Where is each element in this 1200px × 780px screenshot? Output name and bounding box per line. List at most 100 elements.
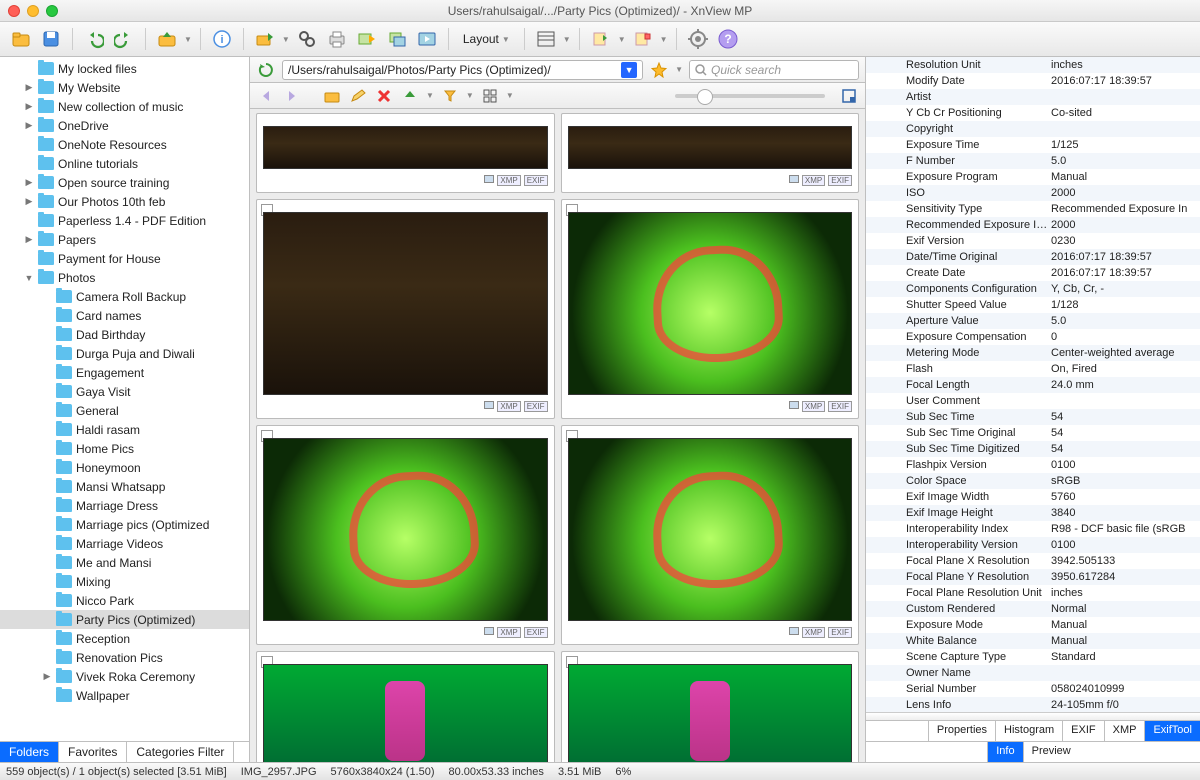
folder-tree-item[interactable]: Online tutorials [0,154,249,173]
dropdown-arrow-icon[interactable]: ▼ [506,91,514,100]
folder-tree-item[interactable]: Reception [0,629,249,648]
slideshow-button[interactable] [414,26,440,52]
thumbnail-item[interactable]: XMPEXIF [561,199,860,419]
folder-tree-item[interactable]: Mixing [0,572,249,591]
metadata-row[interactable]: Exposure Compensation0 [866,329,1200,345]
metadata-table[interactable]: Resolution UnitinchesModify Date2016:07:… [866,57,1200,712]
up-folder-button[interactable] [154,26,180,52]
metadata-row[interactable]: Metering ModeCenter-weighted average [866,345,1200,361]
help-button[interactable]: ? [715,26,741,52]
folder-tree-item[interactable]: My locked files [0,59,249,78]
tab-histogram[interactable]: Histogram [995,721,1062,741]
folder-tree-item[interactable]: Renovation Pics [0,648,249,667]
tab-folders[interactable]: Folders [0,742,59,762]
folder-tree-item[interactable]: Paperless 1.4 - PDF Edition [0,211,249,230]
metadata-row[interactable]: Flashpix Version0100 [866,457,1200,473]
metadata-row[interactable]: Custom RenderedNormal [866,601,1200,617]
folder-tree-item[interactable]: Card names [0,306,249,325]
metadata-row[interactable]: Exif Version0230 [866,233,1200,249]
parent-folder-button[interactable] [322,86,342,106]
folder-tree-item[interactable]: Marriage pics (Optimized [0,515,249,534]
disclosure-triangle-icon[interactable]: ▶ [24,234,34,245]
dropdown-arrow-icon[interactable]: ▼ [660,35,668,44]
open-button[interactable] [8,26,34,52]
tab-properties[interactable]: Properties [928,721,995,741]
metadata-row[interactable]: Sub Sec Time54 [866,409,1200,425]
undo-button[interactable] [81,26,107,52]
tab-xmp[interactable]: XMP [1104,721,1145,741]
metadata-row[interactable]: Copyright [866,121,1200,137]
minimize-window-button[interactable] [27,5,39,17]
view-grid-button[interactable] [480,86,500,106]
disclosure-triangle-icon[interactable]: ▶ [24,101,34,112]
dropdown-arrow-icon[interactable]: ▼ [466,91,474,100]
thumbnail-item[interactable]: XMPEXIF [256,199,555,419]
delete-button[interactable] [374,86,394,106]
metadata-row[interactable]: Artist [866,89,1200,105]
folder-tree-item[interactable]: Marriage Videos [0,534,249,553]
dropdown-arrow-icon[interactable]: ▼ [184,35,192,44]
save-button[interactable] [38,26,64,52]
folder-tree-item[interactable]: Mansi Whatsapp [0,477,249,496]
folder-tree-item[interactable]: ▶My Website [0,78,249,97]
copy-to-button[interactable] [252,26,278,52]
export-button[interactable] [354,26,380,52]
path-dropdown-icon[interactable]: ▼ [621,62,637,78]
path-input[interactable]: /Users/rahulsaigal/Photos/Party Pics (Op… [282,60,643,80]
back-button[interactable] [256,86,276,106]
folder-tree-item[interactable]: ▶Open source training [0,173,249,192]
metadata-row[interactable]: ISO2000 [866,185,1200,201]
info-button[interactable]: i [209,26,235,52]
metadata-row[interactable]: Components ConfigurationY, Cb, Cr, - [866,281,1200,297]
metadata-row[interactable]: Shutter Speed Value1/128 [866,297,1200,313]
forward-button[interactable] [282,86,302,106]
folder-tree-item[interactable]: ▶New collection of music [0,97,249,116]
metadata-row[interactable]: Sub Sec Time Digitized54 [866,441,1200,457]
metadata-row[interactable]: Recommended Exposure Index2000 [866,217,1200,233]
folder-tree-item[interactable]: Camera Roll Backup [0,287,249,306]
folder-tree-item[interactable]: Wallpaper [0,686,249,705]
metadata-row[interactable]: Create Date2016:07:17 18:39:57 [866,265,1200,281]
metadata-row[interactable]: Focal Plane X Resolution3942.505133 [866,553,1200,569]
metadata-row[interactable]: Exposure Time1/125 [866,137,1200,153]
favorite-star-icon[interactable] [649,60,669,80]
layout-dropdown[interactable]: Layout▼ [457,32,516,46]
folder-tree-item[interactable]: Haldi rasam [0,420,249,439]
folder-tree-item[interactable]: ▼Photos [0,268,249,287]
metadata-row[interactable]: Serial Number058024010999 [866,681,1200,697]
thumbnail-item[interactable]: XMPEXIF [256,113,555,193]
zoom-window-button[interactable] [46,5,58,17]
folder-tree-item[interactable]: Gaya Visit [0,382,249,401]
thumbnail-item[interactable]: XMPEXIF [561,425,860,645]
metadata-row[interactable]: Aperture Value5.0 [866,313,1200,329]
folder-tree-item[interactable]: ▶Papers [0,230,249,249]
dropdown-arrow-icon[interactable]: ▼ [675,65,683,74]
close-window-button[interactable] [8,5,20,17]
folder-tree-item[interactable]: Engagement [0,363,249,382]
folder-tree-item[interactable]: Durga Puja and Diwali [0,344,249,363]
thumbnail-grid[interactable]: XMPEXIF XMPEXIF XMPEXIF XMPEXIF XMPEXIF … [250,109,865,762]
thumbnail-size-slider[interactable] [675,94,825,98]
folder-tree-item[interactable]: Home Pics [0,439,249,458]
tab-exiftool[interactable]: ExifTool [1144,721,1200,741]
metadata-row[interactable]: F Number5.0 [866,153,1200,169]
folder-tree-item[interactable]: ▶Our Photos 10th feb [0,192,249,211]
metadata-row[interactable]: Interoperability Version0100 [866,537,1200,553]
metadata-row[interactable]: Date/Time Original2016:07:17 18:39:57 [866,249,1200,265]
refresh-button[interactable] [256,60,276,80]
thumbnail-item[interactable]: XMPEXIF [561,113,860,193]
folder-tree-item[interactable]: Honeymoon [0,458,249,477]
filter-button[interactable] [630,26,656,52]
folder-tree-item[interactable]: OneNote Resources [0,135,249,154]
metadata-row[interactable]: Exposure ProgramManual [866,169,1200,185]
metadata-row[interactable]: Resolution Unitinches [866,57,1200,73]
scrollbar-horizontal[interactable] [866,712,1200,720]
folder-tree[interactable]: My locked files▶My Website▶New collectio… [0,57,249,741]
metadata-row[interactable]: Modify Date2016:07:17 18:39:57 [866,73,1200,89]
metadata-row[interactable]: Exif Image Width5760 [866,489,1200,505]
convert-button[interactable] [384,26,410,52]
folder-tree-item[interactable]: General [0,401,249,420]
folder-tree-item[interactable]: Party Pics (Optimized) [0,610,249,629]
metadata-row[interactable]: Scene Capture TypeStandard [866,649,1200,665]
folder-tree-item[interactable]: ▶OneDrive [0,116,249,135]
